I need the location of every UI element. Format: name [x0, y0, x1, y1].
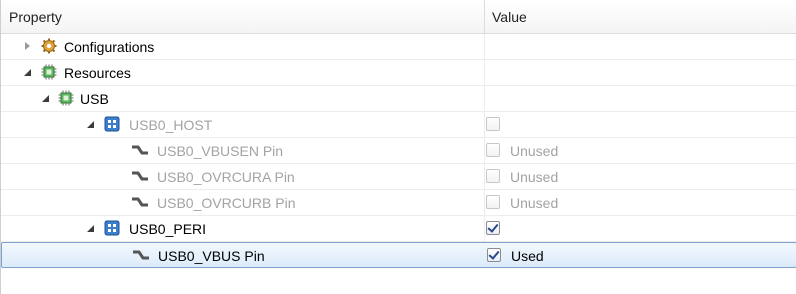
chip-icon	[58, 90, 74, 106]
tree-row-label: USB0_PERI	[129, 221, 207, 237]
property-column-header[interactable]: Property	[9, 0, 62, 34]
column-divider	[484, 34, 485, 60]
tree-row-usb0-ovrcura-pin[interactable]: USB0_OVRCURA Pin Unused	[1, 164, 796, 190]
tree-row-usb0-host[interactable]: USB0_HOST	[1, 112, 796, 138]
column-divider	[484, 190, 485, 216]
tree-row-resources[interactable]: Resources	[1, 60, 796, 86]
pin-checkbox[interactable]	[487, 248, 501, 262]
pin-icon	[131, 142, 148, 158]
chip-icon	[41, 64, 57, 80]
pin-checkbox[interactable]	[486, 143, 500, 157]
tree-row-usb0-vbusen-pin[interactable]: USB0_VBUSEN Pin Unused	[1, 138, 796, 164]
tree-row-label: USB0_HOST	[129, 117, 213, 133]
pin-checkbox[interactable]	[486, 169, 500, 183]
tree-row-label: USB0_VBUSEN Pin	[157, 143, 284, 159]
property-tree: Property Value Configurations Resources …	[0, 0, 796, 294]
tree-row-label: Resources	[64, 65, 131, 81]
tree-header: Property Value	[1, 0, 796, 34]
collapse-twisty-icon[interactable]	[86, 224, 96, 234]
tree-row-label: USB0_OVRCURB Pin	[157, 195, 296, 211]
column-divider	[485, 243, 486, 269]
collapse-twisty-icon[interactable]	[86, 120, 96, 130]
column-divider	[484, 112, 485, 138]
tree-row-label: USB	[80, 91, 109, 107]
collapse-twisty-icon[interactable]	[41, 94, 51, 104]
tree-row-usb0-vbus-pin[interactable]: USB0_VBUS Pin Used	[1, 242, 796, 268]
pin-icon	[131, 194, 148, 210]
tree-row-usb[interactable]: USB	[1, 86, 796, 112]
column-divider[interactable]	[484, 0, 485, 34]
enable-checkbox[interactable]	[486, 117, 500, 131]
tree-row-configurations[interactable]: Configurations	[1, 34, 796, 60]
pin-status-label: Unused	[510, 143, 559, 159]
column-divider	[484, 164, 485, 190]
tree-row-usb0-peri[interactable]: USB0_PERI	[1, 216, 796, 242]
column-divider	[484, 60, 485, 86]
collapse-twisty-icon[interactable]	[23, 68, 33, 78]
pin-icon	[132, 247, 149, 263]
pin-status-label: Unused	[510, 169, 559, 185]
pin-icon	[131, 168, 148, 184]
tree-row-label: USB0_VBUS Pin	[158, 248, 265, 264]
enable-checkbox[interactable]	[486, 221, 500, 235]
pin-checkbox[interactable]	[486, 195, 500, 209]
tree-row-label: USB0_OVRCURA Pin	[157, 169, 295, 185]
tree-row-label: Configurations	[64, 39, 155, 55]
gear-icon	[41, 38, 57, 54]
pin-status-label: Used	[511, 248, 544, 264]
pin-status-label: Unused	[510, 195, 559, 211]
tree-row-usb0-ovrcurb-pin[interactable]: USB0_OVRCURB Pin Unused	[1, 190, 796, 216]
column-divider	[484, 138, 485, 164]
module-icon	[104, 116, 120, 132]
expand-twisty-icon[interactable]	[23, 42, 33, 52]
value-column-header[interactable]: Value	[492, 0, 527, 34]
column-divider	[484, 216, 485, 242]
column-divider	[484, 86, 485, 112]
module-icon	[104, 220, 120, 236]
